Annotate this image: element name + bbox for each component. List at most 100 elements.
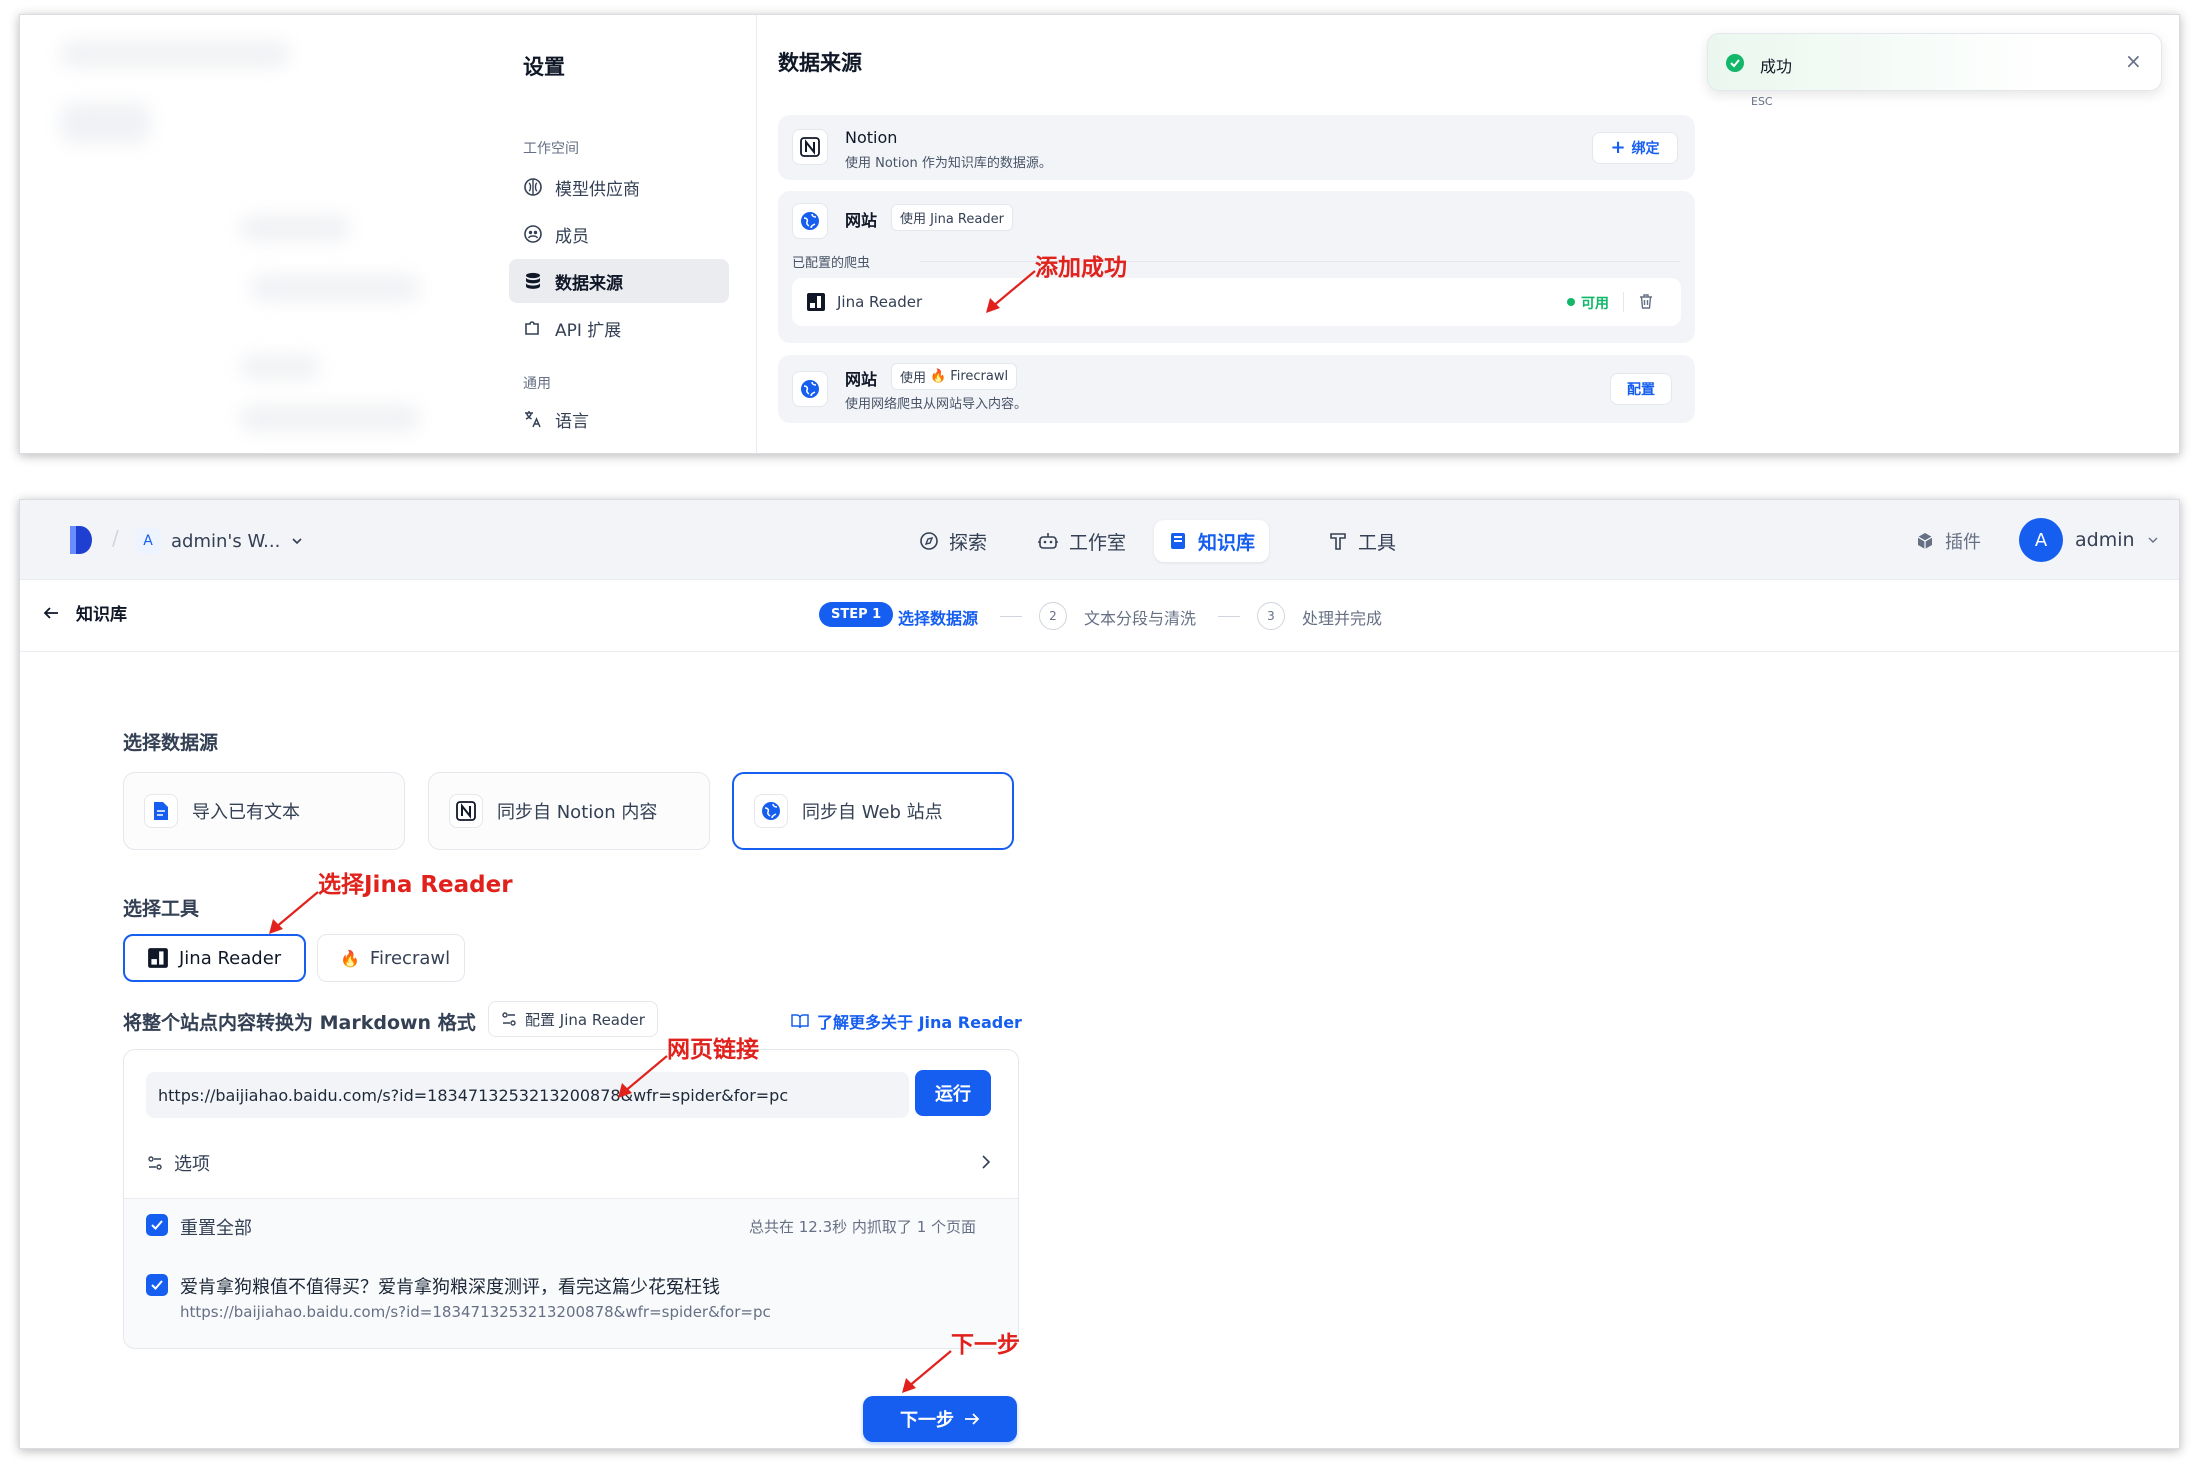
tab-studio[interactable]: 工作室 <box>1023 520 1140 562</box>
globe-icon <box>792 371 828 407</box>
crawler-row: Jina Reader 可用 <box>792 278 1681 326</box>
options-toggle[interactable]: 选项 <box>146 1150 210 1176</box>
url-input[interactable] <box>146 1072 909 1118</box>
settings-panel: 设置 工作空间 模型供应商 成员 数据来源 API 扩展 通用 语言 数据来源 … <box>19 14 2180 454</box>
notion-card: Notion 使用 Notion 作为知识库的数据源。 + 绑定 <box>778 115 1695 180</box>
nav-label: 成员 <box>555 226 589 247</box>
run-button[interactable]: 运行 <box>915 1070 991 1116</box>
settings-nav: 设置 工作空间 模型供应商 成员 数据来源 API 扩展 通用 语言 <box>480 15 757 453</box>
reset-all-label: 重置全部 <box>180 1218 252 1239</box>
arrow-right-icon <box>964 1412 980 1426</box>
firecrawl-title: 网站 <box>845 370 878 389</box>
group-general-label: 通用 <box>523 376 551 392</box>
globe-icon <box>754 794 788 828</box>
firecrawl-config-button[interactable]: 配置 <box>1610 373 1672 405</box>
jina-tag: 使用 Jina Reader <box>891 204 1013 231</box>
knowledge-panel: / A admin's W... 探索 工作室 知识库 工具 插件 A admi… <box>19 499 2180 1449</box>
app-logo-icon[interactable] <box>66 524 94 556</box>
arrow-icon <box>986 270 1036 313</box>
tab-tools[interactable]: 工具 <box>1314 520 1410 562</box>
jina-logo-icon <box>147 947 169 969</box>
config-jina-button[interactable]: 配置 Jina Reader <box>488 1001 658 1037</box>
fire-icon: 🔥 <box>340 948 360 968</box>
book-icon <box>1168 531 1188 551</box>
learn-more-label: 了解更多关于 Jina Reader <box>817 1013 1022 1032</box>
separator: / <box>112 526 119 550</box>
config-label: 配置 Jina Reader <box>525 1010 645 1029</box>
learn-more-link[interactable]: 了解更多关于 Jina Reader <box>791 1009 1022 1033</box>
chevron-down-icon <box>2147 534 2159 546</box>
nav-language[interactable]: 语言 <box>509 397 729 441</box>
status-dot <box>1567 298 1575 306</box>
toast-text: 成功 <box>1760 57 1793 76</box>
step-connector <box>1218 616 1240 617</box>
step1-label: 选择数据源 <box>898 609 979 628</box>
close-icon[interactable]: × <box>2125 49 2142 73</box>
tab-explore[interactable]: 探索 <box>905 520 1001 562</box>
divider <box>920 261 1680 262</box>
tab-knowledge[interactable]: 知识库 <box>1154 520 1270 562</box>
arrow-icon <box>269 891 319 934</box>
step2-number: 2 <box>1039 602 1067 630</box>
firecrawl-desc: 使用网络爬虫从网站导入内容。 <box>845 397 1028 412</box>
settings-sliders-icon <box>501 1011 517 1027</box>
tag-name: Firecrawl <box>950 369 1009 384</box>
tool-firecrawl[interactable]: 🔥 Firecrawl <box>317 934 465 982</box>
source-notion[interactable]: 同步自 Notion 内容 <box>428 772 710 850</box>
database-icon <box>523 271 543 291</box>
cube-icon <box>1915 531 1935 551</box>
trash-icon[interactable] <box>1637 292 1655 310</box>
configured-crawlers-label: 已配置的爬虫 <box>792 256 871 271</box>
tool-label: Firecrawl <box>369 947 451 969</box>
firecrawl-tag: 使用 🔥 Firecrawl <box>891 363 1018 390</box>
notion-bind-button[interactable]: + 绑定 <box>1592 132 1678 164</box>
check-circle-icon <box>1725 53 1745 73</box>
notion-icon <box>449 794 483 828</box>
nav-members[interactable]: 成员 <box>509 212 729 256</box>
annotation-next: 下一步 <box>951 1332 1020 1358</box>
reset-all-checkbox[interactable] <box>146 1214 168 1236</box>
compass-icon <box>919 531 939 551</box>
step2-label: 文本分段与清洗 <box>1084 609 1197 628</box>
next-label: 下一步 <box>900 1410 954 1431</box>
source-import-text[interactable]: 导入已有文本 <box>123 772 405 850</box>
nav-label: 语言 <box>555 411 589 432</box>
next-step-button[interactable]: 下一步 <box>863 1396 1017 1442</box>
nav-model-provider[interactable]: 模型供应商 <box>509 165 729 209</box>
tab-label: 工具 <box>1358 531 1397 554</box>
notion-name: Notion <box>845 128 898 147</box>
results-list: 重置全部 总共在 12.3秒 内抓取了 1 个页面 爱肯拿狗粮值不值得买？爱肯拿… <box>124 1198 1018 1348</box>
source-label: 同步自 Notion 内容 <box>497 802 658 823</box>
chevron-down-icon <box>290 534 304 548</box>
datasource-title: 数据来源 <box>778 51 862 75</box>
success-toast: 成功 × <box>1707 33 2162 91</box>
workspace-switcher[interactable]: A admin's W... <box>135 524 304 558</box>
tab-label: 工作室 <box>1069 531 1127 554</box>
source-web[interactable]: 同步自 Web 站点 <box>732 772 1014 850</box>
nav-api-extension[interactable]: API 扩展 <box>509 306 729 350</box>
options-label: 选项 <box>174 1154 210 1175</box>
fire-icon: 🔥 <box>930 369 947 384</box>
result-title: 爱肯拿狗粮值不值得买？爱肯拿狗粮深度测评，看完这篇少花冤枉钱 <box>180 1277 720 1298</box>
nav-data-source[interactable]: 数据来源 <box>509 259 729 303</box>
plugins-label: 插件 <box>1945 532 1981 553</box>
nav-label: 数据来源 <box>555 273 623 294</box>
plugins-button[interactable]: 插件 <box>1915 524 1981 558</box>
convert-label: 将整个站点内容转换为 Markdown 格式 <box>123 1012 476 1034</box>
tool-jina-reader[interactable]: Jina Reader <box>123 934 306 982</box>
file-icon <box>144 794 178 828</box>
arrow-left-icon <box>42 604 60 622</box>
crawl-box: 运行 选项 重置全部 总共在 12.3秒 内抓取了 1 个页面 爱肯拿狗粮值不值… <box>123 1049 1019 1349</box>
result-url: https://baijiahao.baidu.com/s?id=1834713… <box>180 1303 771 1321</box>
user-menu[interactable]: A admin <box>2019 517 2159 563</box>
back-button[interactable]: 知识库 <box>42 600 127 625</box>
crawler-name: Jina Reader <box>837 293 923 311</box>
settings-sliders-icon <box>146 1155 164 1171</box>
tab-label: 探索 <box>949 531 988 554</box>
arrow-icon <box>618 1055 668 1098</box>
tab-label: 知识库 <box>1198 531 1256 554</box>
result-checkbox[interactable] <box>146 1274 168 1296</box>
jina-card: 网站 使用 Jina Reader 已配置的爬虫 Jina Reader 可用 <box>778 191 1695 343</box>
chevron-right-icon[interactable] <box>979 1154 993 1170</box>
arrow-icon <box>902 1350 952 1393</box>
